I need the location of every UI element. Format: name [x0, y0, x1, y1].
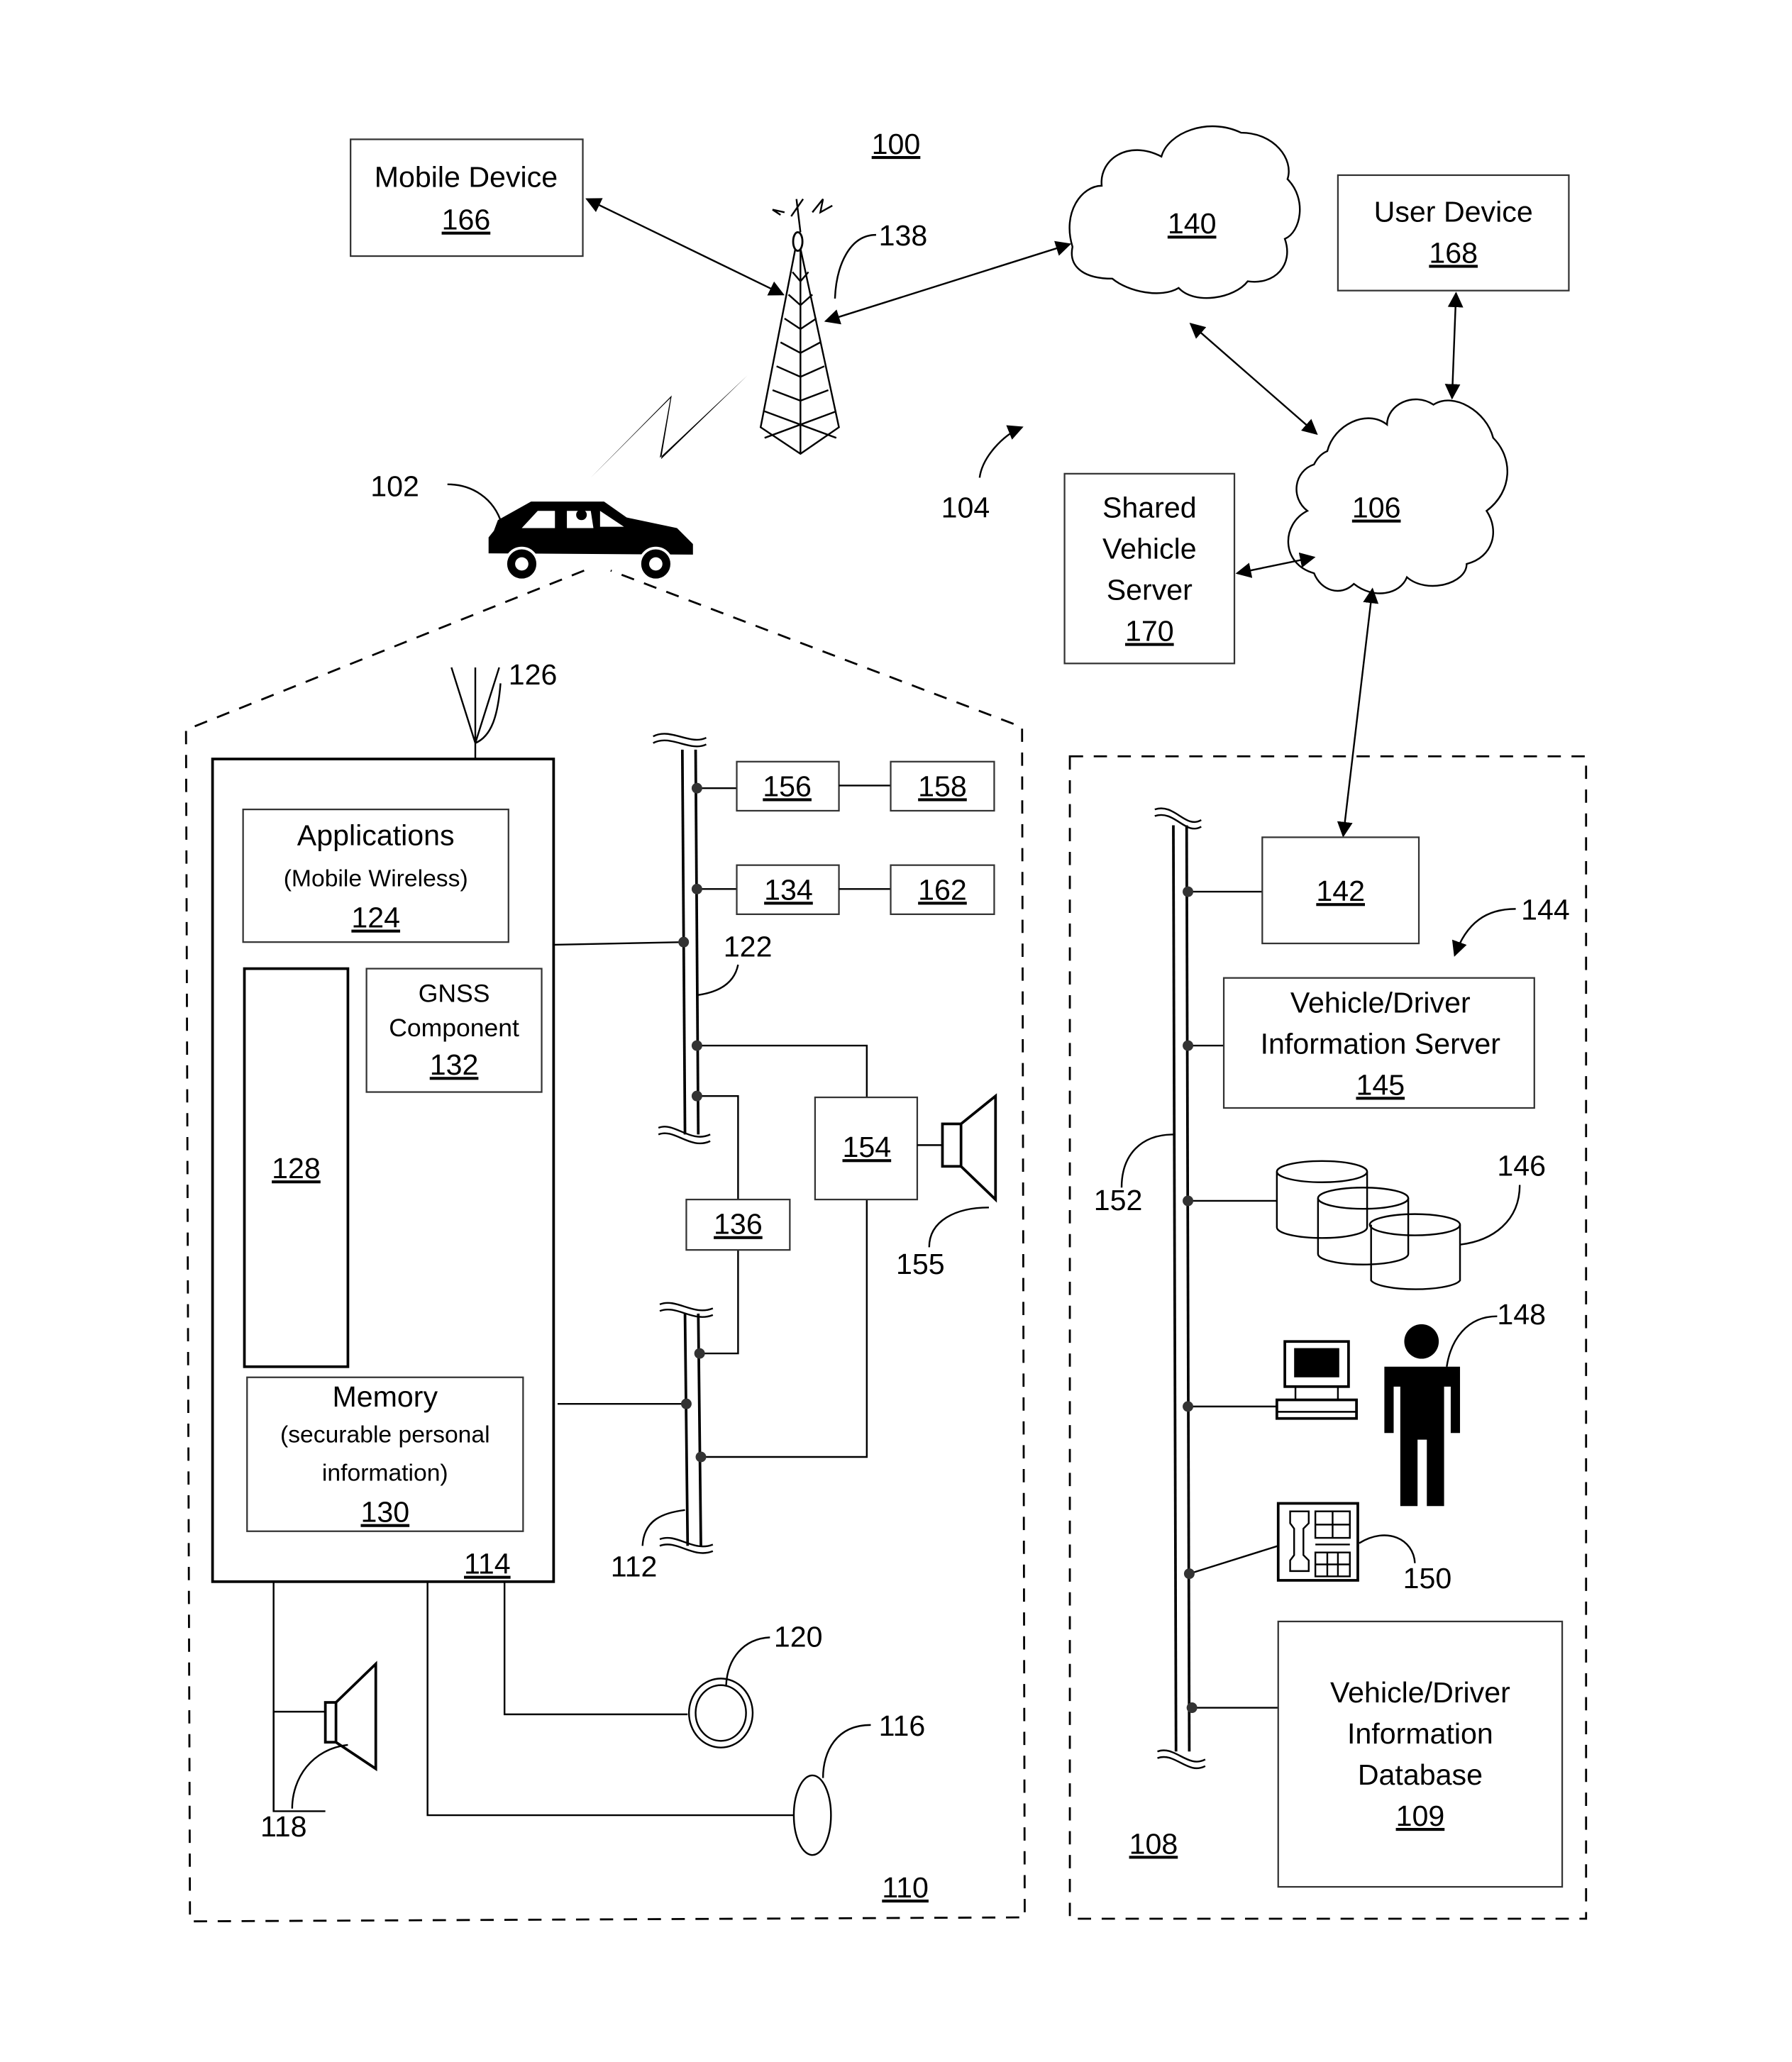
- system-144-ref: 144: [1521, 893, 1570, 926]
- svg-text:166: 166: [442, 204, 491, 236]
- svg-text:132: 132: [430, 1048, 479, 1081]
- antenna-ref: 126: [509, 658, 558, 691]
- box-142: 142: [1261, 836, 1420, 945]
- svg-text:User Device: User Device: [1374, 195, 1533, 228]
- button-120-ref: 120: [774, 1620, 823, 1653]
- link-104-ref: 104: [941, 492, 990, 524]
- system-diagram: 100 Mobile Device 166 138 140 User Devic…: [184, 125, 1588, 1923]
- telephone-ref: 150: [1403, 1562, 1452, 1595]
- tower-cloud140-link: [824, 240, 1072, 325]
- button-120-icon: [687, 1678, 754, 1748]
- svg-text:145: 145: [1356, 1068, 1405, 1101]
- call-center-region-ref: 108: [1129, 1827, 1178, 1860]
- vehicle-car-icon: [488, 501, 693, 582]
- cell-tower-icon: [759, 198, 840, 455]
- box-136: 136: [685, 1198, 791, 1251]
- svg-text:Shared: Shared: [1102, 492, 1197, 524]
- svg-text:(securable personal: (securable personal: [280, 1421, 490, 1448]
- databases-ref: 146: [1497, 1149, 1546, 1182]
- bus-112-ref: 112: [611, 1550, 658, 1582]
- cloud-140: 140: [1068, 125, 1301, 299]
- userdevice-cloud106-link: [1444, 292, 1464, 400]
- svg-text:156: 156: [763, 770, 812, 802]
- applications-box: Applications (Mobile Wireless) 124: [242, 808, 509, 943]
- telephone-icon: [1276, 1502, 1359, 1582]
- svg-text:106: 106: [1352, 492, 1401, 524]
- svg-text:Information: Information: [1347, 1717, 1493, 1750]
- box-156: 156: [736, 760, 840, 812]
- speaker-155-icon: [941, 1093, 997, 1203]
- svg-text:142: 142: [1316, 875, 1365, 907]
- svg-text:Database: Database: [1358, 1758, 1483, 1791]
- network-152-ref: 152: [1094, 1184, 1143, 1216]
- svg-text:140: 140: [1168, 207, 1217, 240]
- svg-text:170: 170: [1125, 615, 1174, 648]
- live-advisor-ref: 148: [1497, 1298, 1546, 1331]
- shared-vehicle-server-box: Shared Vehicle Server 170: [1063, 472, 1236, 665]
- database-cylinders-icon: [1276, 1160, 1461, 1290]
- svg-text:128: 128: [272, 1152, 321, 1185]
- svg-text:GNSS: GNSS: [419, 979, 490, 1007]
- figure-label: 100: [872, 128, 921, 160]
- vehicle-ref: 102: [370, 470, 419, 503]
- vehicle-driver-information-server-box: Vehicle/Driver Information Server 145: [1222, 977, 1535, 1109]
- svg-text:134: 134: [764, 873, 813, 906]
- box-134: 134: [736, 864, 840, 916]
- svg-text:information): information): [322, 1460, 448, 1487]
- svg-text:Memory: Memory: [333, 1380, 438, 1413]
- svg-text:168: 168: [1429, 236, 1478, 269]
- svg-text:109: 109: [1396, 1800, 1445, 1832]
- svg-text:158: 158: [918, 770, 967, 802]
- mobile-tower-link: [585, 198, 785, 296]
- wireless-lightning-icon: [590, 375, 748, 478]
- svg-text:130: 130: [360, 1496, 409, 1529]
- svg-text:Vehicle/Driver: Vehicle/Driver: [1330, 1676, 1510, 1709]
- cloud-106: 106: [1287, 398, 1508, 594]
- svg-text:Information Server: Information Server: [1261, 1027, 1501, 1060]
- user-device-box: User Device 168: [1337, 174, 1570, 292]
- vehicle-region-ref: 110: [882, 1871, 929, 1904]
- gnss-component-box: GNSS Component 132: [365, 968, 543, 1093]
- svg-text:Applications: Applications: [297, 819, 455, 852]
- tower-ref: 138: [879, 219, 928, 252]
- svg-text:154: 154: [843, 1131, 892, 1163]
- block-128: 128: [243, 967, 350, 1368]
- bus-112: [659, 1302, 714, 1554]
- antenna-icon: [450, 667, 500, 760]
- svg-text:Vehicle/Driver: Vehicle/Driver: [1290, 986, 1471, 1019]
- mobile-device-box: Mobile Device 166: [350, 138, 584, 257]
- speaker-118-ref: 118: [260, 1810, 307, 1843]
- cloud106-142-link: [1337, 587, 1379, 838]
- box-162: 162: [890, 864, 995, 916]
- computer-workstation-icon: [1276, 1340, 1358, 1420]
- box-158: 158: [890, 760, 995, 812]
- speaker-155-ref: 155: [896, 1248, 945, 1280]
- bus-122-ref: 122: [724, 931, 773, 963]
- microphone-116-icon: [792, 1774, 832, 1856]
- svg-text:124: 124: [351, 902, 400, 934]
- vehicle-driver-information-database-box: Vehicle/Driver Information Database 109: [1277, 1620, 1564, 1888]
- svg-text:Component: Component: [389, 1014, 519, 1042]
- svg-text:162: 162: [918, 873, 967, 906]
- svg-text:136: 136: [714, 1208, 763, 1241]
- svg-text:Vehicle: Vehicle: [1102, 533, 1197, 565]
- cloud140-cloud106-link: [1189, 323, 1318, 436]
- box-154: 154: [814, 1096, 919, 1201]
- microphone-116-ref: 116: [879, 1709, 926, 1742]
- live-advisor-person-icon: [1384, 1324, 1461, 1507]
- svg-text:Mobile Device: Mobile Device: [375, 161, 558, 194]
- svg-text:(Mobile Wireless): (Mobile Wireless): [284, 866, 468, 892]
- server-cloud106-link: [1235, 552, 1316, 578]
- speaker-118-icon: [323, 1661, 377, 1772]
- telematics-unit-ref: 114: [464, 1548, 511, 1580]
- network-152: [1154, 807, 1206, 1770]
- memory-box: Memory (securable personal information) …: [246, 1376, 524, 1532]
- svg-text:Server: Server: [1107, 574, 1193, 606]
